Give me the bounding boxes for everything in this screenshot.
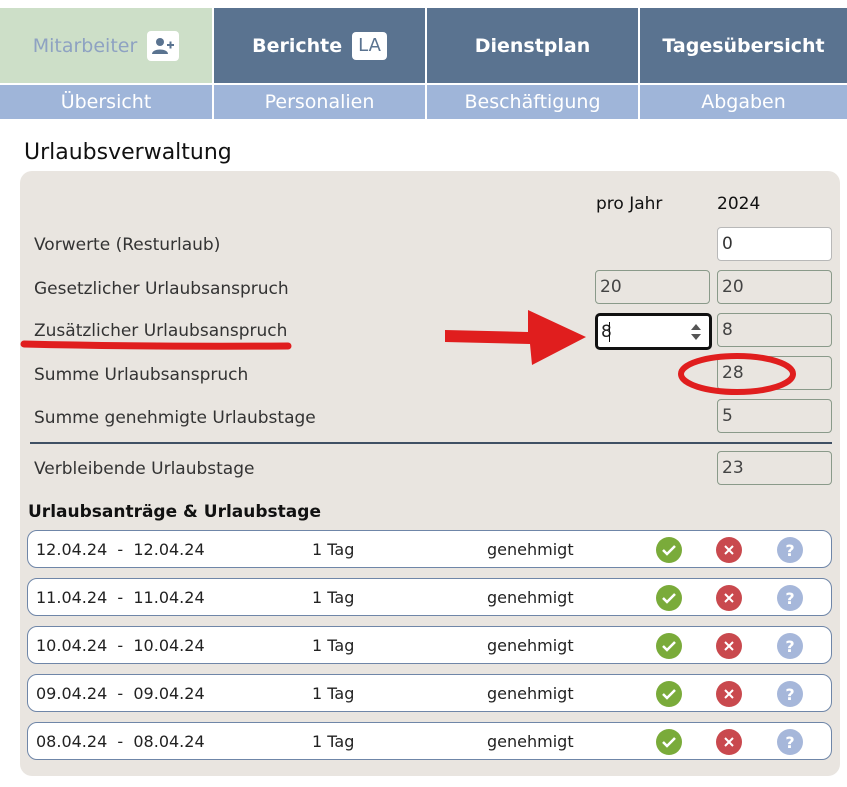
request-days: 1 Tag	[312, 636, 355, 655]
input-value: 8	[601, 321, 612, 342]
vorwerte-year-input[interactable]: 0	[717, 227, 832, 261]
subtab-beschaeftigung[interactable]: Beschäftigung	[427, 83, 640, 119]
zusaetzlich-year-field: 8	[717, 313, 832, 347]
gesetzlich-year-field: 20	[717, 270, 832, 304]
request-dates: 11.04.24 - 11.04.24	[36, 588, 205, 607]
request-dates: 10.04.24 - 10.04.24	[36, 636, 205, 655]
verbleibend-year-field: 23	[717, 451, 832, 485]
request-row: 12.04.24 - 12.04.24 1 Tag genehmigt ?	[27, 530, 832, 568]
row-label-vorwerte: Vorwerte (Resturlaub)	[34, 235, 221, 255]
request-row: 09.04.24 - 09.04.24 1 Tag genehmigt ?	[27, 674, 832, 712]
tab-label: Tagesübersicht	[662, 34, 825, 57]
request-days: 1 Tag	[312, 732, 355, 751]
user-plus-icon	[147, 30, 180, 61]
request-row: 10.04.24 - 10.04.24 1 Tag genehmigt ?	[27, 626, 832, 664]
close-icon[interactable]	[716, 681, 742, 707]
request-dates: 09.04.24 - 09.04.24	[36, 684, 205, 703]
check-icon[interactable]	[656, 585, 682, 611]
page-title: Urlaubsverwaltung	[24, 140, 232, 165]
zusaetzlich-per-year-input[interactable]: 8	[595, 313, 712, 350]
subtab-uebersicht[interactable]: Übersicht	[0, 83, 214, 119]
request-dates: 08.04.24 - 08.04.24	[36, 732, 205, 751]
tab-dienstplan[interactable]: Dienstplan	[427, 8, 640, 83]
question-icon[interactable]: ?	[777, 585, 803, 611]
subtab-personalien[interactable]: Personalien	[214, 83, 427, 119]
vacation-panel: pro Jahr 2024 Vorwerte (Resturlaub) 0 Ge…	[20, 171, 840, 776]
request-row: 08.04.24 - 08.04.24 1 Tag genehmigt ?	[27, 722, 832, 760]
close-icon[interactable]	[716, 633, 742, 659]
subtab-abgaben[interactable]: Abgaben	[640, 83, 847, 119]
column-header-per-year: pro Jahr	[596, 194, 663, 214]
question-icon[interactable]: ?	[777, 633, 803, 659]
check-icon[interactable]	[656, 633, 682, 659]
spinner-icon[interactable]	[691, 323, 701, 340]
check-icon[interactable]	[656, 537, 682, 563]
close-icon[interactable]	[716, 729, 742, 755]
tab-label: Mitarbeiter	[32, 34, 138, 57]
request-status: genehmigt	[487, 684, 574, 703]
la-badge: LA	[352, 31, 387, 60]
tab-label: Dienstplan	[474, 34, 591, 57]
gesetzlich-per-year-field: 20	[595, 270, 710, 304]
request-days: 1 Tag	[312, 684, 355, 703]
divider	[30, 442, 832, 444]
request-status: genehmigt	[487, 588, 574, 607]
question-icon[interactable]: ?	[777, 681, 803, 707]
close-icon[interactable]	[716, 537, 742, 563]
top-navigation: Mitarbeiter Berichte LA Dienstplan Tages…	[0, 8, 847, 83]
request-row: 11.04.24 - 11.04.24 1 Tag genehmigt ?	[27, 578, 832, 616]
request-days: 1 Tag	[312, 540, 355, 559]
tab-tagesuebersicht[interactable]: Tagesübersicht	[640, 8, 847, 83]
check-icon[interactable]	[656, 729, 682, 755]
requests-section-title: Urlaubsanträge & Urlaubstage	[28, 502, 321, 522]
row-label-verbleibend: Verbleibende Urlaubstage	[34, 459, 255, 479]
check-icon[interactable]	[656, 681, 682, 707]
row-label-zusaetzlich: Zusätzlicher Urlaubsanspruch	[34, 321, 288, 341]
row-label-summe: Summe Urlaubsanspruch	[34, 365, 249, 385]
request-days: 1 Tag	[312, 588, 355, 607]
genehmigt-year-field: 5	[717, 399, 832, 433]
tab-berichte[interactable]: Berichte LA	[214, 8, 427, 83]
close-icon[interactable]	[716, 585, 742, 611]
text-caret	[609, 322, 610, 342]
column-header-year: 2024	[717, 194, 761, 214]
request-status: genehmigt	[487, 636, 574, 655]
question-icon[interactable]: ?	[777, 729, 803, 755]
summe-year-field: 28	[717, 356, 832, 390]
request-status: genehmigt	[487, 732, 574, 751]
question-icon[interactable]: ?	[777, 537, 803, 563]
tab-label: Berichte	[252, 34, 343, 57]
request-dates: 12.04.24 - 12.04.24	[36, 540, 205, 559]
request-status: genehmigt	[487, 540, 574, 559]
tab-mitarbeiter[interactable]: Mitarbeiter	[0, 8, 214, 83]
row-label-gesetzlich: Gesetzlicher Urlaubsanspruch	[34, 279, 289, 299]
sub-navigation: Übersicht Personalien Beschäftigung Abga…	[0, 83, 847, 119]
row-label-genehmigt: Summe genehmigte Urlaubstage	[34, 408, 316, 428]
